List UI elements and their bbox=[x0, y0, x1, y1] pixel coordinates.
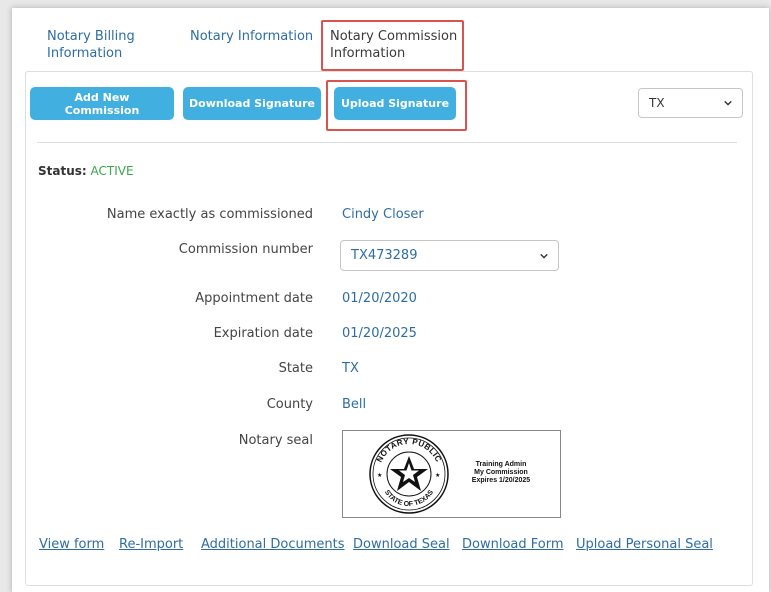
appointment-date-label: Appointment date bbox=[195, 291, 313, 306]
download-seal-link[interactable]: Download Seal bbox=[353, 537, 450, 552]
download-form-link[interactable]: Download Form bbox=[462, 537, 564, 552]
upload-signature-button[interactable]: Upload Signature bbox=[334, 87, 456, 120]
commission-number-label: Commission number bbox=[178, 242, 313, 257]
notary-window: Notary Billing Information Notary Inform… bbox=[12, 8, 769, 592]
seal-line-3: Expires 1/20/2025 bbox=[471, 477, 531, 484]
commission-number-value: TX473289 bbox=[351, 248, 418, 263]
view-form-link[interactable]: View form bbox=[39, 537, 104, 552]
expiration-date-value: 01/20/2025 bbox=[342, 326, 417, 341]
additional-documents-link[interactable]: Additional Documents bbox=[201, 537, 345, 552]
status-line: Status: ACTIVE bbox=[38, 164, 134, 178]
tab-notary-commission-information[interactable]: Notary Commission Information bbox=[330, 28, 460, 62]
tab-notary-information[interactable]: Notary Information bbox=[190, 28, 320, 45]
seal-text-block: Training Admin My Commission Expires 1/2… bbox=[461, 461, 541, 485]
name-value: Cindy Closer bbox=[342, 207, 424, 222]
county-label: County bbox=[266, 397, 313, 412]
state-label: State bbox=[278, 361, 313, 376]
tab-notary-billing-information[interactable]: Notary Billing Information bbox=[47, 28, 157, 62]
county-value: Bell bbox=[342, 397, 367, 412]
commission-number-select[interactable]: TX473289 bbox=[340, 240, 559, 271]
seal-line-1: Training Admin bbox=[475, 461, 527, 468]
svg-text:★: ★ bbox=[377, 472, 382, 479]
svg-text:★: ★ bbox=[435, 472, 440, 479]
chevron-down-icon bbox=[724, 100, 732, 106]
name-label: Name exactly as commissioned bbox=[106, 207, 313, 222]
add-new-commission-button[interactable]: Add New Commission bbox=[30, 87, 174, 120]
notary-seal-label: Notary seal bbox=[238, 433, 313, 448]
download-signature-button[interactable]: Download Signature bbox=[183, 87, 321, 120]
upload-personal-seal-link[interactable]: Upload Personal Seal bbox=[576, 537, 713, 552]
expiration-date-label: Expiration date bbox=[213, 326, 313, 341]
notary-seal-emblem: NOTARY PUBLIC STATE OF TEXAS ★ ★ bbox=[369, 434, 449, 514]
state-select-value: TX bbox=[649, 96, 665, 110]
reimport-link[interactable]: Re-Import bbox=[119, 537, 183, 552]
appointment-date-value: 01/20/2020 bbox=[342, 291, 417, 306]
status-label: Status: bbox=[38, 164, 87, 178]
notary-seal-image: NOTARY PUBLIC STATE OF TEXAS ★ ★ Trainin… bbox=[342, 430, 561, 518]
seal-line-2: My Commission bbox=[474, 469, 528, 476]
chevron-down-icon bbox=[540, 253, 548, 259]
status-value: ACTIVE bbox=[90, 164, 134, 178]
state-select[interactable]: TX bbox=[638, 88, 743, 118]
divider bbox=[37, 142, 737, 143]
state-value: TX bbox=[342, 361, 359, 376]
